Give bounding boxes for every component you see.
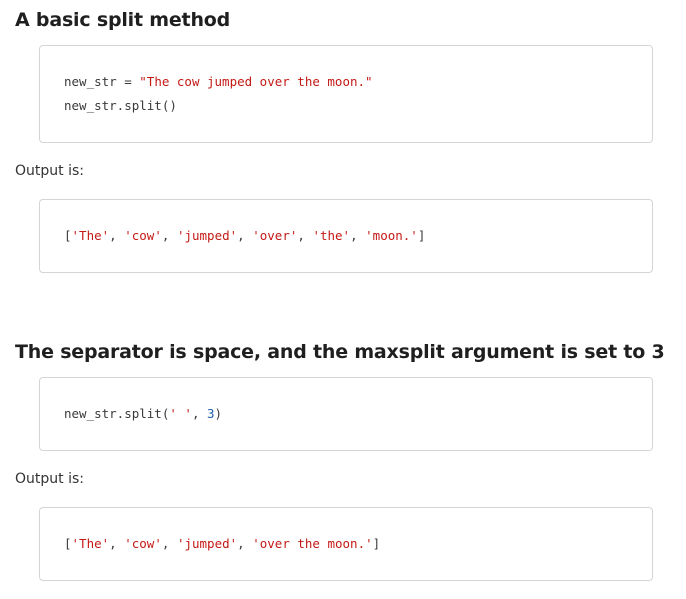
list-separator: , bbox=[350, 228, 366, 243]
code-block-maxsplit: new_str.split(' ', 3) bbox=[39, 377, 653, 451]
code-line-assignment: new_str = "The cow jumped over the moon.… bbox=[64, 72, 373, 92]
list-separator: , bbox=[237, 536, 253, 551]
list-close-bracket: ] bbox=[417, 228, 426, 243]
output-block-basic: ['The', 'cow', 'jumped', 'over', 'the', … bbox=[39, 199, 653, 273]
output-list-basic: ['The', 'cow', 'jumped', 'over', 'the', … bbox=[64, 226, 425, 246]
code-number-literal: 3 bbox=[207, 406, 215, 421]
list-item: 'jumped' bbox=[176, 536, 238, 551]
output-block-maxsplit: ['The', 'cow', 'jumped', 'over the moon.… bbox=[39, 507, 653, 581]
list-item: 'over' bbox=[252, 228, 298, 243]
code-close-paren: ) bbox=[214, 406, 223, 421]
list-separator: , bbox=[297, 228, 313, 243]
list-separator: , bbox=[237, 228, 253, 243]
list-item: 'The' bbox=[71, 536, 110, 551]
list-open-bracket: [ bbox=[64, 536, 72, 551]
code-line-split-call: new_str.split() bbox=[64, 98, 177, 113]
list-separator: , bbox=[109, 228, 125, 243]
code-variable: new_str bbox=[64, 74, 117, 89]
section-heading-maxsplit: The separator is space, and the maxsplit… bbox=[15, 341, 665, 363]
list-close-bracket: ] bbox=[372, 536, 381, 551]
output-list-maxsplit: ['The', 'cow', 'jumped', 'over the moon.… bbox=[64, 534, 380, 554]
code-string-literal: "The cow jumped over the moon." bbox=[139, 74, 373, 89]
output-label-basic: Output is: bbox=[15, 163, 84, 179]
list-separator: , bbox=[161, 228, 177, 243]
list-item: 'over the moon.' bbox=[252, 536, 373, 551]
list-item: 'cow' bbox=[124, 228, 162, 243]
list-item: 'cow' bbox=[124, 536, 162, 551]
code-line-split-maxsplit: new_str.split(' ', 3) bbox=[64, 404, 222, 424]
code-string-literal: ' ' bbox=[169, 406, 192, 421]
output-label-maxsplit: Output is: bbox=[15, 471, 84, 487]
list-item: 'moon.' bbox=[365, 228, 418, 243]
list-separator: , bbox=[109, 536, 125, 551]
list-separator: , bbox=[161, 536, 177, 551]
list-item: 'the' bbox=[312, 228, 351, 243]
list-item: 'The' bbox=[71, 228, 110, 243]
code-separator: , bbox=[191, 406, 207, 421]
code-operator: = bbox=[116, 74, 140, 89]
code-block-basic-split: new_str = "The cow jumped over the moon.… bbox=[39, 45, 653, 143]
section-heading-basic-split: A basic split method bbox=[15, 9, 231, 31]
list-open-bracket: [ bbox=[64, 228, 72, 243]
code-call: new_str.split( bbox=[64, 406, 170, 421]
list-item: 'jumped' bbox=[176, 228, 238, 243]
